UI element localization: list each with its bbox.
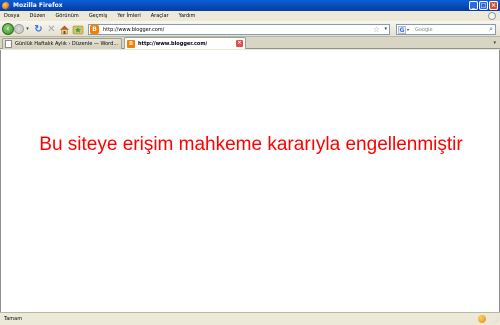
tab-label: Günlük Haftalık Aylık › Düzenle — Word..… [15,41,119,47]
search-input[interactable]: Google [415,27,433,33]
url-text[interactable]: http://www.blogger.com/ [103,27,164,33]
navigation-toolbar: ‹ › ▾ ↻ ✕ B http://www.blogger.com/ ☆ ▾ … [0,21,500,37]
blogger-favicon-icon: B [127,39,135,48]
home-icon [60,25,69,34]
blogger-favicon-icon: B [90,25,99,34]
maximize-icon[interactable]: □ [479,1,488,10]
menu-yer-imleri[interactable]: Yer İmleri [117,13,140,19]
title-bar: Mozilla Firefox _ □ × [0,0,500,11]
bookmark-star-icon [72,25,84,34]
throbber-icon [488,12,496,20]
history-dropdown-button[interactable]: ▾ [25,24,30,34]
menu-bar: Dosya Düzen Görünüm Geçmiş Yer İmleri Ar… [0,11,500,21]
chevron-down-icon: ▾ [26,26,29,32]
url-dropdown-icon[interactable]: ▾ [384,25,387,34]
firefox-logo-icon [2,1,10,10]
menu-araclar[interactable]: Araçlar [151,13,169,19]
close-tab-icon[interactable]: × [236,40,243,47]
arrow-right-icon: › [17,25,21,33]
menu-duzen[interactable]: Düzen [30,13,46,19]
stop-button[interactable]: ✕ [46,23,57,35]
close-icon[interactable]: × [489,1,498,10]
forward-button[interactable]: › [14,24,24,34]
arrow-left-icon: ‹ [6,24,10,33]
menu-yardim[interactable]: Yardım [179,13,196,19]
addon-icon[interactable] [478,315,486,323]
star-icon[interactable]: ☆ [373,25,380,34]
minimize-icon[interactable]: _ [469,1,478,10]
menu-gecmis[interactable]: Geçmiş [89,13,108,19]
url-bar[interactable]: B http://www.blogger.com/ ☆ ▾ [88,24,390,35]
tab-active[interactable]: B http://www.blogger.com/ × [124,37,246,49]
home-button[interactable] [59,23,70,35]
tab-list-button[interactable]: ▾ [493,40,496,46]
search-bar[interactable]: G ▾ Google ⌕ [396,24,496,35]
menu-gorunum[interactable]: Görünüm [55,13,78,19]
tab-label: http://www.blogger.com/ [138,40,208,47]
window-controls: _ □ × [469,1,498,10]
reload-icon: ↻ [34,23,43,35]
stop-icon: ✕ [47,23,56,35]
blocked-site-message: Bu siteye erişim mahkeme kararıyla engel… [39,134,463,155]
search-icon[interactable]: ⌕ [489,25,493,34]
search-engine-button[interactable]: G ▾ [398,25,413,34]
page-content: Bu siteye erişim mahkeme kararıyla engel… [0,50,500,312]
status-text: Tamam [4,316,23,322]
back-button[interactable]: ‹ [2,23,14,35]
page-icon [5,40,12,48]
menu-dosya[interactable]: Dosya [4,13,20,19]
resize-grip-icon[interactable]: ⋰ [493,318,499,324]
tab-strip: Günlük Haftalık Aylık › Düzenle — Word..… [0,37,500,49]
bookmarks-button[interactable] [72,23,84,35]
tab-inactive[interactable]: Günlük Haftalık Aylık › Düzenle — Word..… [2,38,122,49]
chevron-down-icon: ▾ [407,27,410,32]
google-icon: G [398,25,406,34]
reload-button[interactable]: ↻ [33,23,44,35]
status-bar: Tamam ⋰ [0,312,500,325]
window-title: Mozilla Firefox [13,2,63,9]
